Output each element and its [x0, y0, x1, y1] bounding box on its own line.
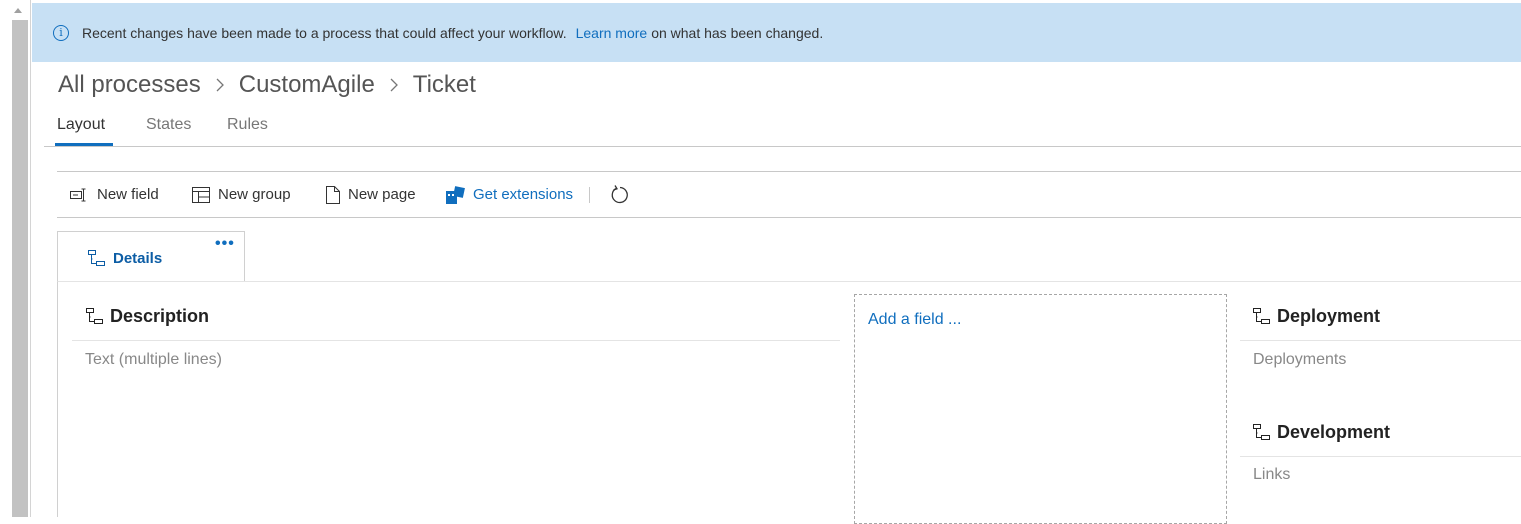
tab-rules[interactable]: Rules: [227, 116, 268, 134]
add-field-dropzone[interactable]: Add a field ...: [854, 294, 1227, 524]
info-icon: i: [53, 24, 69, 41]
learn-more-link[interactable]: Learn more: [576, 25, 648, 41]
refresh-icon: [610, 184, 630, 205]
banner-message: Recent changes have been made to a proce…: [82, 24, 567, 41]
add-field-link[interactable]: Add a field ...: [868, 311, 961, 329]
refresh-button[interactable]: [610, 172, 630, 217]
group-title: Deployment: [1277, 306, 1381, 326]
new-page-icon: [326, 185, 340, 204]
new-field-button[interactable]: New field: [70, 172, 159, 217]
scrollbar-track[interactable]: [12, 20, 28, 517]
breadcrumb: All processes CustomAgile Ticket: [58, 68, 476, 102]
tab-bar: Layout States Rules: [44, 110, 1521, 147]
chevron-right-icon: [389, 78, 399, 92]
field-deployments[interactable]: Deployments: [1253, 351, 1346, 369]
active-tab-indicator: [55, 143, 113, 146]
banner-suffix: on what has been changed.: [651, 24, 824, 41]
get-extensions-button[interactable]: Get extensions: [446, 172, 573, 217]
tab-layout[interactable]: Layout: [57, 116, 105, 134]
breadcrumb-all-processes[interactable]: All processes: [58, 71, 201, 99]
new-group-button[interactable]: New group: [192, 172, 291, 217]
page-label: Details: [113, 250, 163, 267]
group-deployment-header[interactable]: Deployment: [1253, 306, 1380, 327]
new-group-icon: [192, 186, 210, 203]
more-icon[interactable]: •••: [215, 235, 235, 253]
extensions-icon: [446, 185, 465, 204]
tab-states[interactable]: States: [146, 116, 191, 134]
page-tab-details[interactable]: Details •••: [57, 231, 245, 282]
new-field-label: New field: [97, 186, 159, 203]
divider: [1240, 340, 1521, 341]
new-field-icon: [70, 188, 89, 202]
new-page-button[interactable]: New page: [326, 172, 416, 217]
group-icon: [1253, 307, 1271, 326]
breadcrumb-work-item-type: Ticket: [412, 71, 476, 98]
field-links[interactable]: Links: [1253, 466, 1290, 484]
get-extensions-label: Get extensions: [473, 186, 574, 203]
new-group-label: New group: [218, 186, 291, 203]
divider: [1240, 456, 1521, 457]
breadcrumb-process[interactable]: CustomAgile: [239, 71, 375, 99]
group-icon: [88, 250, 106, 268]
group-title: Description: [110, 306, 210, 326]
group-icon: [1253, 423, 1271, 442]
divider: [72, 340, 840, 341]
toolbar: New field New group New page Get extensi…: [57, 171, 1521, 218]
vertical-scrollbar[interactable]: [0, 0, 31, 517]
field-description[interactable]: Text (multiple lines): [85, 351, 222, 369]
group-development-header[interactable]: Development: [1253, 422, 1390, 443]
toolbar-divider: [589, 187, 590, 203]
group-title: Development: [1277, 422, 1391, 442]
chevron-right-icon: [215, 78, 225, 92]
group-icon: [86, 307, 104, 326]
group-description-header[interactable]: Description: [86, 306, 209, 327]
info-banner: i Recent changes have been made to a pro…: [32, 3, 1521, 62]
scroll-up-icon[interactable]: [14, 8, 22, 13]
new-page-label: New page: [348, 186, 416, 203]
